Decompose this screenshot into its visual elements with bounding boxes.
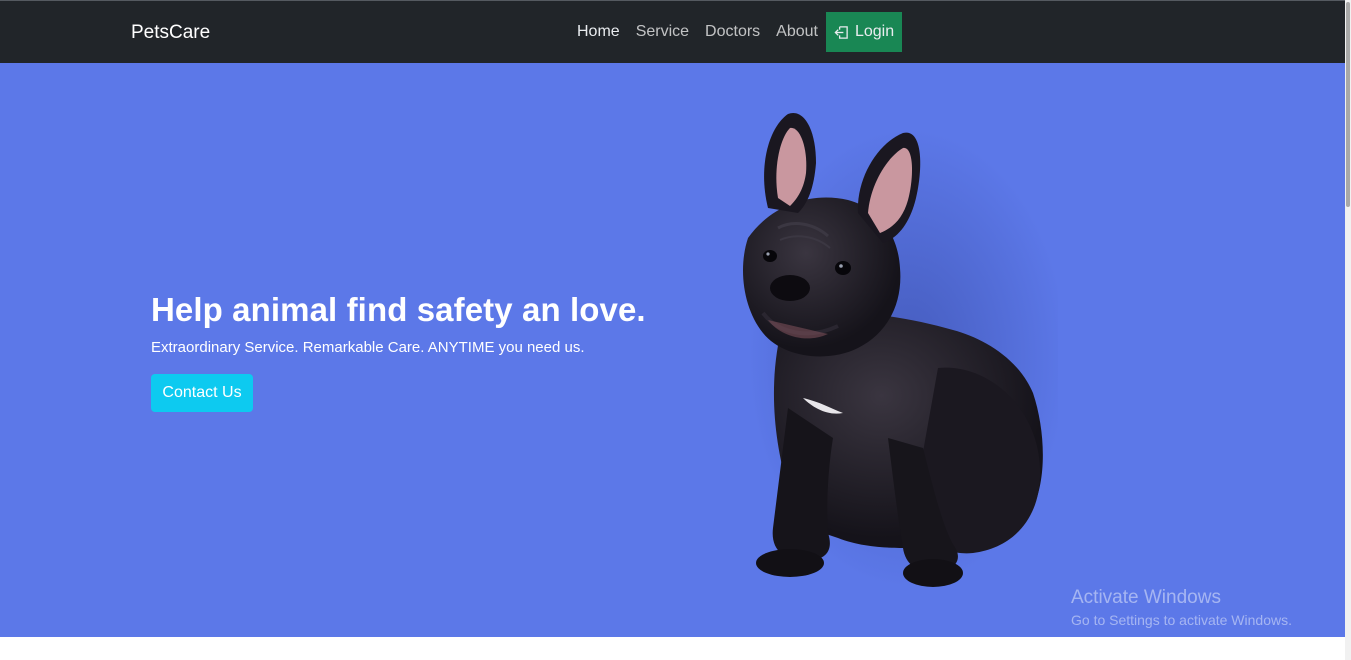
brand-logo-link[interactable]: PetsCare [131, 22, 210, 44]
french-bulldog-image [743, 112, 1058, 588]
hero-subtitle: Extraordinary Service. Remarkable Care. … [151, 339, 585, 356]
contact-us-button[interactable]: Contact Us [151, 374, 253, 412]
page: PetsCare Home Service Doctors About Logi… [0, 0, 1351, 660]
top-navbar: PetsCare Home Service Doctors About Logi… [0, 0, 1345, 63]
watermark-subtitle: Go to Settings to activate Windows. [1071, 612, 1292, 628]
activate-windows-watermark: Activate Windows Go to Settings to activ… [1071, 587, 1292, 631]
hero-section: Help animal find safety an love. Extraor… [0, 63, 1345, 637]
nav-home[interactable]: Home [569, 12, 628, 52]
watermark-title: Activate Windows [1071, 587, 1221, 608]
nav-links: Home Service Doctors About Login [569, 12, 903, 52]
vertical-scrollbar[interactable] [1345, 0, 1351, 660]
nav-service[interactable]: Service [628, 12, 697, 52]
hero-title: Help animal find safety an love. [151, 291, 646, 328]
login-button[interactable]: Login [825, 12, 903, 52]
nav-doctors[interactable]: Doctors [697, 12, 768, 52]
box-arrow-in-left-icon [834, 25, 849, 40]
login-label: Login [854, 23, 895, 40]
scrollbar-thumb[interactable] [1346, 2, 1350, 207]
nav-about[interactable]: About [768, 12, 826, 52]
